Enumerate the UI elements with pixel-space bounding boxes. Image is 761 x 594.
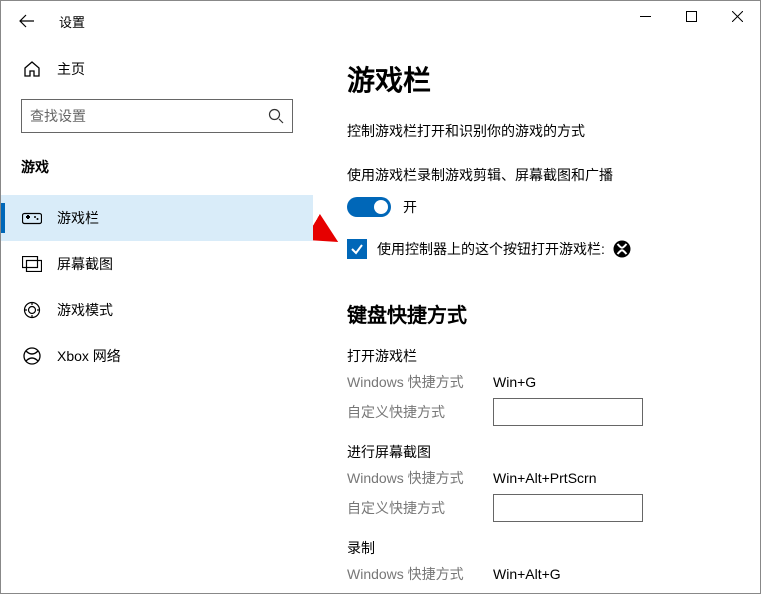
- shortcuts-title: 键盘快捷方式: [347, 299, 730, 328]
- toggle-state-label: 开: [403, 197, 417, 217]
- xbox-network-icon: [21, 347, 43, 365]
- search-box[interactable]: [21, 99, 293, 133]
- shortcut-custom-label: 自定义快捷方式: [347, 498, 493, 518]
- main-panel: 游戏栏 控制游戏栏打开和识别你的游戏的方式 使用游戏栏录制游戏剪辑、屏幕截图和广…: [313, 41, 760, 593]
- capture-icon: [21, 256, 43, 272]
- nav-item-xbox[interactable]: Xbox 网络: [1, 333, 313, 379]
- shortcut-custom-label: 自定义快捷方式: [347, 402, 493, 422]
- minimize-icon: [640, 11, 651, 22]
- home-link[interactable]: 主页: [21, 59, 313, 79]
- shortcut-group-title: 录制: [347, 538, 730, 558]
- toggle-knob: [374, 200, 388, 214]
- back-arrow-icon: [19, 13, 35, 29]
- page-description: 控制游戏栏打开和识别你的游戏的方式: [347, 121, 730, 141]
- shortcut-custom-input[interactable]: [493, 494, 643, 522]
- annotation-arrow: [313, 149, 343, 259]
- shortcut-group-title: 进行屏幕截图: [347, 442, 730, 462]
- shortcut-windows-label: Windows 快捷方式: [347, 468, 493, 488]
- check-icon: [350, 242, 364, 256]
- shortcut-windows-label: Windows 快捷方式: [347, 564, 493, 584]
- window-controls: [622, 1, 760, 31]
- shortcut-group-screenshot: 进行屏幕截图 Windows 快捷方式 Win+Alt+PrtScrn 自定义快…: [347, 442, 730, 522]
- shortcut-group-open: 打开游戏栏 Windows 快捷方式 Win+G 自定义快捷方式: [347, 346, 730, 426]
- nav-item-label: 游戏栏: [57, 208, 99, 228]
- gamebar-icon: [21, 210, 43, 226]
- titlebar: 设置: [1, 1, 760, 41]
- page-title: 游戏栏: [347, 59, 730, 99]
- shortcut-custom-input[interactable]: [493, 398, 643, 426]
- checkbox-label: 使用控制器上的这个按钮打开游戏栏:: [377, 239, 605, 259]
- shortcut-windows-value: Win+Alt+G: [493, 566, 561, 582]
- maximize-icon: [686, 11, 697, 22]
- nav-item-gamemode[interactable]: 游戏模式: [1, 287, 313, 333]
- gamebar-toggle[interactable]: [347, 197, 391, 217]
- back-button[interactable]: [7, 1, 47, 41]
- nav-item-label: Xbox 网络: [57, 346, 121, 366]
- category-header: 游戏: [21, 157, 313, 177]
- close-button[interactable]: [714, 1, 760, 31]
- gamemode-icon: [21, 301, 43, 319]
- xbox-guide-icon: [613, 240, 631, 258]
- shortcut-windows-label: Windows 快捷方式: [347, 372, 493, 392]
- search-icon: [268, 108, 284, 124]
- maximize-button[interactable]: [668, 1, 714, 31]
- shortcut-windows-value: Win+Alt+PrtScrn: [493, 470, 596, 486]
- shortcut-windows-value: Win+G: [493, 374, 536, 390]
- shortcut-group-record: 录制 Windows 快捷方式 Win+Alt+G: [347, 538, 730, 584]
- nav-item-capture[interactable]: 屏幕截图: [1, 241, 313, 287]
- window-title: 设置: [59, 12, 85, 31]
- toggle-description: 使用游戏栏录制游戏剪辑、屏幕截图和广播: [347, 165, 730, 185]
- nav-item-label: 游戏模式: [57, 300, 113, 320]
- minimize-button[interactable]: [622, 1, 668, 31]
- nav-item-label: 屏幕截图: [57, 254, 113, 274]
- sidebar: 主页 游戏 游戏栏 屏幕截图: [1, 41, 313, 593]
- shortcut-group-title: 打开游戏栏: [347, 346, 730, 366]
- home-icon: [21, 60, 43, 78]
- home-label: 主页: [57, 59, 85, 79]
- search-input[interactable]: [30, 108, 268, 124]
- controller-checkbox[interactable]: [347, 239, 367, 259]
- close-icon: [732, 11, 743, 22]
- nav-item-gamebar[interactable]: 游戏栏: [1, 195, 313, 241]
